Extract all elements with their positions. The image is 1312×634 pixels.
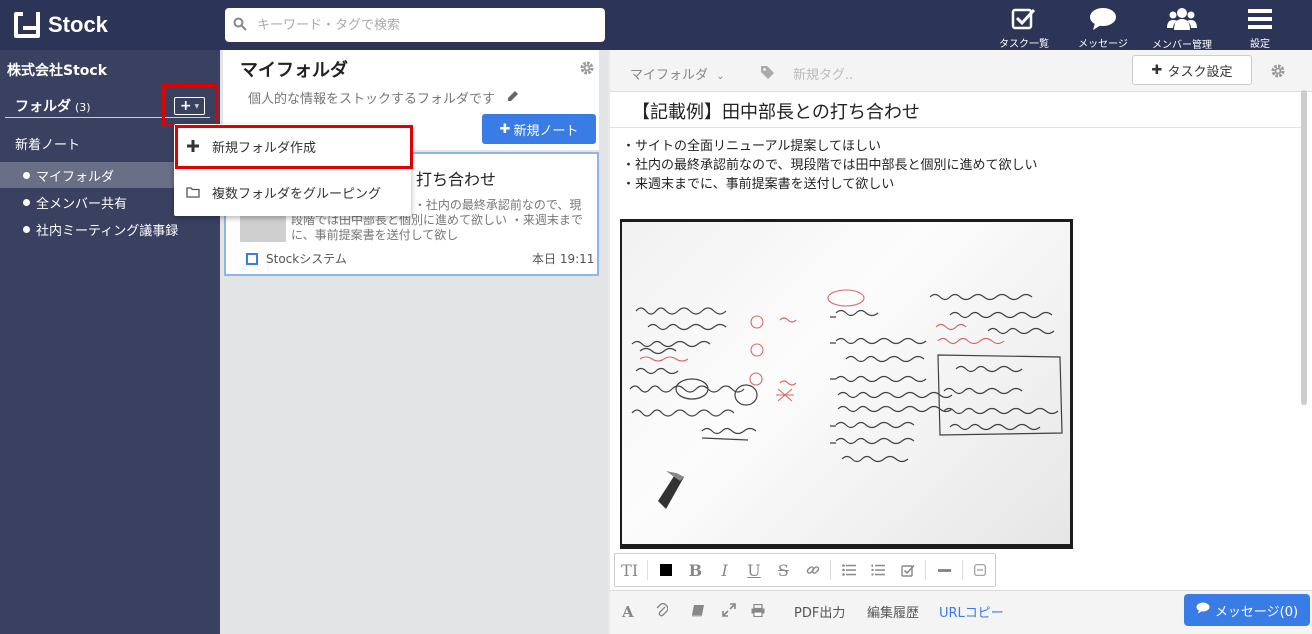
bullet-icon [23, 198, 30, 206]
note-body-line: ・来週末までに、事前提案書を送付して欲しい [622, 177, 895, 192]
plus-icon: ✚ [1151, 62, 1163, 78]
text-color-icon[interactable] [651, 553, 680, 587]
sidebar-folder-label: 全メンバー共有 [36, 196, 128, 212]
note-owner: Stockシステム [246, 250, 347, 267]
book-icon[interactable] [692, 603, 706, 621]
underline-icon[interactable]: U [739, 553, 768, 587]
new-note-label: 新規ノート [513, 123, 579, 139]
folder-count: (3) [75, 101, 91, 114]
print-icon[interactable] [751, 603, 765, 621]
sidebar-folder-label: 社内ミーティング議事録 [36, 223, 179, 239]
attachment-icon[interactable] [656, 602, 669, 622]
note-timestamp: 本日 19:11 [532, 252, 595, 266]
checkbox-icon[interactable] [893, 553, 922, 587]
editor-bottom-bar: A PDF出力 編集履歴 URLコピー メッセージ(0) [610, 590, 1312, 634]
new-note-button[interactable]: ✚ 新規ノート [482, 114, 596, 144]
company-name: 株式会社Stock [7, 63, 108, 79]
tag-icon [760, 65, 775, 84]
hamburger-menu-icon [1248, 6, 1272, 31]
folder-header: フォルダ (3) [15, 96, 91, 116]
gear-icon[interactable] [579, 60, 595, 80]
horizontal-rule-icon[interactable] [929, 553, 958, 587]
plus-icon: ✚ [499, 121, 511, 137]
message-button-label: メッセージ(0) [1214, 604, 1299, 620]
search-input[interactable] [257, 17, 587, 33]
nav-members-label: メンバー管理 [1152, 40, 1212, 51]
top-bar: Stock タスク一覧 メッセージ メンバー管理 設定 [0, 0, 1312, 51]
highlight-box-new-folder [175, 125, 413, 169]
folder-select-label: マイフォルダ [630, 68, 709, 83]
bold-icon[interactable]: B [681, 553, 710, 587]
gear-icon[interactable] [1270, 63, 1286, 83]
bullet-icon [23, 225, 30, 233]
message-button[interactable]: メッセージ(0) [1184, 594, 1310, 626]
url-copy-link[interactable]: URLコピー [939, 602, 1004, 621]
toolbar-divider [961, 560, 963, 580]
strikethrough-icon[interactable]: S [769, 553, 798, 587]
note-body-line: ・社内の最終承認前なので、現段階では田中部長と個別に進めて欲しい [622, 158, 1038, 173]
nav-members[interactable]: メンバー管理 [1145, 6, 1219, 51]
note-owner-name: Stockシステム [266, 252, 347, 266]
toolbar-divider [830, 560, 832, 580]
pdf-export-link[interactable]: PDF出力 [794, 602, 845, 621]
note-body-line: ・サイトの全面リニューアル提案してほしい [622, 139, 881, 154]
bullet-icon [23, 171, 30, 179]
chat-bubble-icon [1089, 6, 1117, 31]
folder-select[interactable]: マイフォルダ ⌄ [630, 64, 725, 83]
text-size-icon[interactable]: TI [615, 553, 644, 587]
nav-settings[interactable]: 設定 [1223, 6, 1297, 50]
nav-messages[interactable]: メッセージ [1066, 6, 1140, 50]
nav-tasks-label: タスク一覧 [999, 39, 1049, 50]
new-tag-input[interactable]: 新規タグ.. [793, 64, 853, 83]
collapse-block-icon[interactable] [966, 553, 995, 587]
nav-tasks[interactable]: タスク一覧 [987, 6, 1061, 50]
italic-icon[interactable]: I [710, 553, 739, 587]
format-toolbar: TI B I U S [614, 553, 996, 587]
search-box[interactable] [225, 8, 605, 42]
task-check-icon [1011, 6, 1037, 31]
numbered-list-icon[interactable] [864, 553, 893, 587]
whiteboard-handwriting [629, 289, 1063, 509]
menu-item-group-folders[interactable]: 複数フォルダをグルーピング [174, 172, 411, 212]
folder-title: マイフォルダ [240, 60, 348, 81]
editor-toolbar: マイフォルダ ⌄ 新規タグ.. ✚ タスク設定 [610, 50, 1312, 92]
edit-history-link[interactable]: 編集履歴 [867, 602, 919, 621]
toolbar-divider [647, 560, 649, 580]
font-style-icon[interactable]: A [622, 603, 634, 621]
folder-icon [186, 186, 200, 198]
folder-label: フォルダ [15, 99, 71, 115]
sidebar-folder-meeting-minutes[interactable]: 社内ミーティング議事録 [0, 216, 220, 242]
app-name: Stock [48, 12, 108, 37]
stock-logo-icon [14, 12, 40, 38]
pencil-icon[interactable] [507, 90, 519, 106]
sidebar-folder-label: マイフォルダ [36, 169, 115, 185]
members-icon [1167, 6, 1197, 32]
folder-description: 個人的な情報をストックするフォルダです [248, 92, 496, 107]
nav-settings-label: 設定 [1250, 39, 1270, 50]
note-editor-pane: マイフォルダ ⌄ 新規タグ.. ✚ タスク設定 【記載例】田中部長との打ち合わせ … [610, 50, 1312, 634]
stock-system-icon [246, 252, 258, 265]
link-icon[interactable] [798, 553, 827, 587]
task-settings-button[interactable]: ✚ タスク設定 [1132, 55, 1252, 85]
stock-logo[interactable]: Stock [14, 11, 108, 39]
whiteboard-photo[interactable] [620, 219, 1073, 549]
task-settings-label: タスク設定 [1167, 64, 1233, 80]
toolbar-divider [925, 560, 927, 580]
scrollbar[interactable] [1301, 90, 1307, 405]
recent-notes-link[interactable]: 新着ノート [15, 134, 80, 153]
note-title-heading[interactable]: 【記載例】田中部長との打ち合わせ [632, 98, 920, 124]
note-title: 打ち合わせ [416, 170, 497, 189]
menu-item-label: 複数フォルダをグルーピング [212, 186, 382, 202]
highlight-box-add-folder [162, 84, 218, 126]
nav-messages-label: メッセージ [1078, 39, 1128, 50]
search-icon [233, 17, 249, 33]
chevron-down-icon: ⌄ [716, 71, 725, 82]
bullet-list-icon[interactable] [834, 553, 863, 587]
title-divider [610, 127, 1302, 128]
chat-bubble-icon [1196, 602, 1210, 618]
expand-icon[interactable] [722, 603, 736, 621]
note-body[interactable]: ・サイトの全面リニューアル提案してほしい ・社内の最終承認前なので、現段階では田… [622, 137, 1037, 194]
